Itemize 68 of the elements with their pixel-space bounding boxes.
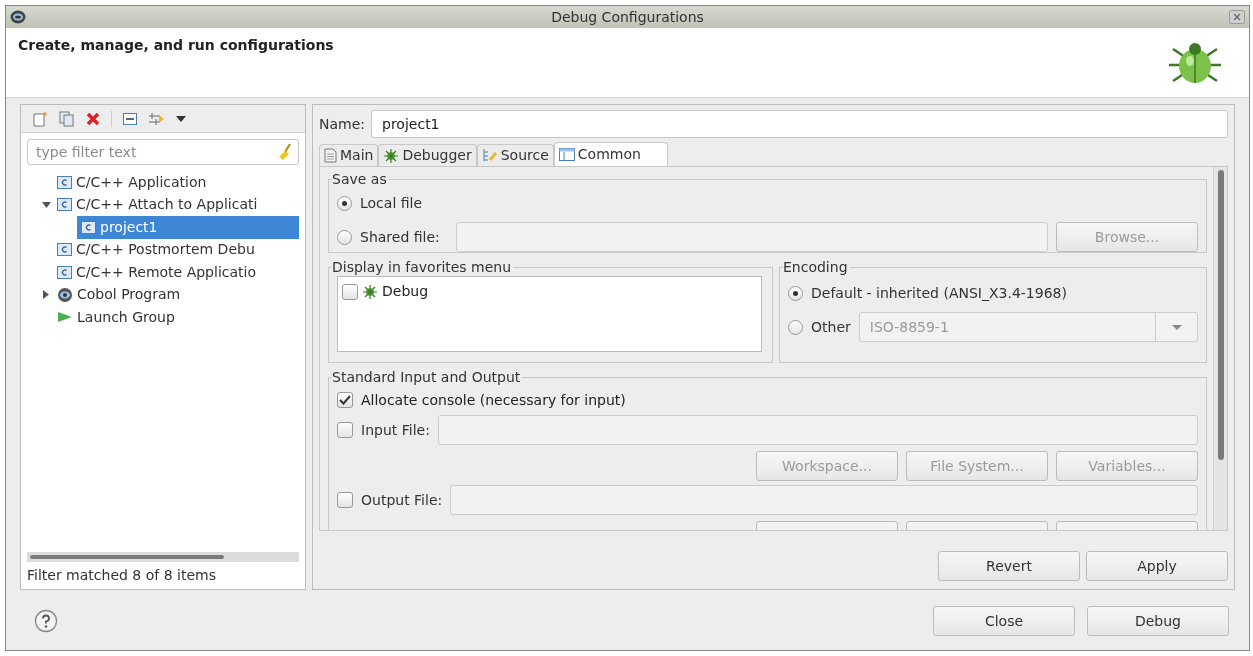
bug-icon	[362, 284, 378, 299]
delete-icon[interactable]	[85, 110, 101, 127]
checkbox-label: Input File:	[361, 420, 430, 440]
file-path-field[interactable]	[450, 485, 1198, 515]
radio-button[interactable]	[337, 195, 352, 211]
tree-item[interactable]: C/C++ Attach to Applicati	[53, 193, 299, 216]
tab[interactable]: Debugger	[378, 144, 477, 166]
vertical-scrollbar[interactable]	[1213, 167, 1227, 530]
bug-icon	[383, 148, 400, 163]
expanded-triangle-icon[interactable]	[41, 201, 51, 208]
app-icon	[10, 10, 26, 24]
checkbox-label: Allocate console (necessary for input)	[361, 390, 626, 410]
radio-label: Other	[811, 317, 851, 337]
favorite-label: Debug	[382, 282, 429, 301]
group-title: Standard Input and Output	[332, 368, 523, 386]
tree-item[interactable]: C/C++ Postmortem Debu	[53, 238, 299, 261]
name-field[interactable]: project1	[371, 110, 1228, 138]
radio-button[interactable]	[337, 229, 352, 245]
push-button[interactable]: Debug	[1087, 606, 1229, 636]
close-icon[interactable]	[1229, 10, 1245, 24]
collapse-all-icon[interactable]	[122, 110, 138, 127]
horizontal-scrollbar[interactable]	[27, 552, 299, 562]
tree-item[interactable]: project1	[77, 216, 299, 239]
push-button[interactable]: Revert	[938, 551, 1080, 581]
c-file-icon	[57, 243, 72, 257]
radio-button[interactable]	[788, 285, 803, 301]
tab[interactable]: Common	[553, 142, 668, 166]
header-title: Create, manage, and run configurations	[18, 36, 334, 55]
filter-field[interactable]: type filter text	[27, 139, 299, 165]
window-title: Debug Configurations	[550, 7, 705, 27]
tab[interactable]: Source	[476, 144, 554, 166]
c-file-icon	[57, 198, 72, 212]
source-folder-icon	[481, 148, 498, 163]
c-file-icon	[57, 265, 72, 279]
checkbox[interactable]	[342, 283, 358, 300]
help-icon[interactable]	[34, 609, 58, 633]
name-label: Name:	[319, 114, 366, 134]
dropdown-caret-icon[interactable]	[176, 115, 186, 122]
c-file-icon	[81, 220, 96, 234]
group-title: Encoding	[783, 258, 850, 276]
file-path-field[interactable]	[437, 415, 1198, 445]
checkbox-label: Output File:	[361, 490, 443, 510]
collapsed-triangle-icon[interactable]	[43, 290, 49, 300]
c-file-icon	[57, 175, 72, 189]
radio-button[interactable]	[788, 319, 803, 335]
tree-item[interactable]: Cobol Program	[53, 283, 299, 306]
push-button[interactable]: Close	[933, 606, 1075, 636]
checkbox[interactable]	[337, 422, 353, 438]
radio-label: Local file	[360, 193, 423, 213]
play-arrow-icon	[57, 311, 73, 324]
shared-file-field[interactable]	[455, 222, 1048, 252]
radio-label: Default - inherited (ANSI_X3.4-1968)	[811, 283, 1067, 303]
checkbox[interactable]	[337, 392, 353, 408]
filter-icon[interactable]	[148, 110, 166, 127]
filter-status: Filter matched 8 of 8 items	[26, 566, 217, 585]
tab[interactable]: Main	[319, 144, 379, 166]
push-button[interactable]: Apply	[1086, 551, 1228, 581]
tree-item[interactable]: Launch Group	[53, 306, 299, 329]
checkbox[interactable]	[337, 492, 353, 508]
new-icon[interactable]	[33, 110, 49, 127]
clear-broom-icon[interactable]	[277, 143, 293, 161]
document-icon	[324, 148, 337, 163]
tree-item[interactable]: C/C++ Application	[53, 171, 299, 194]
tree-item[interactable]: C/C++ Remote Applicatio	[53, 261, 299, 284]
group-title: Display in favorites menu	[332, 258, 514, 276]
radio-label: Shared file:	[360, 227, 440, 247]
duplicate-icon[interactable]	[59, 110, 75, 127]
window-icon	[558, 148, 575, 161]
